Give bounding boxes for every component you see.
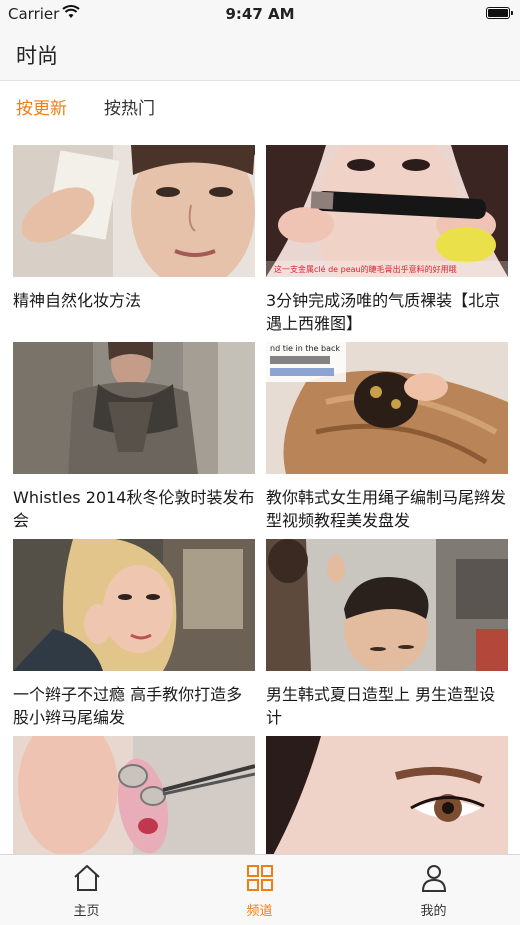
grid-icon	[245, 863, 275, 893]
video-title: 男生韩式夏日造型上 男生造型设计	[266, 685, 496, 727]
bottom-tab-bar: 主页 频道 我的	[0, 854, 520, 925]
sort-tabs: 按更新 按热门	[0, 81, 520, 130]
tabbar-label: 频道	[246, 904, 273, 919]
tabbar-item-profile[interactable]: 我的	[347, 855, 520, 925]
navigation-bar: 时尚	[0, 28, 520, 81]
video-thumbnail[interactable]: 这一支金属clé de peau的睫毛膏出乎意料的好用哦	[266, 145, 508, 277]
video-thumbnail[interactable]	[13, 539, 255, 671]
battery-icon	[486, 7, 513, 19]
tab-popular[interactable]: 按热门	[104, 94, 155, 119]
tabbar-label: 我的	[420, 904, 447, 919]
video-thumbnail[interactable]	[13, 145, 255, 277]
video-title: 一个辫子不过瘾 高手教你打造多股小辫马尾编发	[13, 685, 243, 727]
thumbnail-overlay-text: 这一支金属clé de peau的睫毛膏出乎意料的好用哦	[274, 264, 457, 274]
clock: 9:47 AM	[225, 5, 295, 23]
video-grid: 精神自然化妆方法 这一支金属clé de peau的睫毛膏出乎意料的好用哦 3分…	[0, 130, 520, 854]
page-title: 时尚	[16, 44, 58, 68]
tabbar-label: 主页	[73, 904, 100, 919]
video-title: 教你韩式女生用绳子编制马尾辫发型视频教程美发盘发	[266, 488, 507, 530]
video-thumbnail[interactable]	[266, 736, 508, 854]
video-title: 精神自然化妆方法	[13, 291, 142, 310]
home-icon	[72, 863, 102, 893]
video-thumbnail[interactable]: nd tie in the back	[266, 342, 508, 474]
thumbnail-overlay-text: nd tie in the back	[270, 344, 340, 353]
person-icon	[419, 863, 449, 893]
status-bar: Carrier 9:47 AM	[0, 0, 520, 28]
tab-latest[interactable]: 按更新	[16, 94, 67, 119]
video-title: 3分钟完成汤唯的气质裸装【北京遇上西雅图】	[266, 291, 501, 333]
video-thumbnail[interactable]	[13, 342, 255, 474]
tabbar-item-home[interactable]: 主页	[0, 855, 173, 925]
video-thumbnail[interactable]	[13, 736, 255, 854]
tabbar-item-channels[interactable]: 频道	[173, 855, 346, 925]
video-title: Whistles 2014秋冬伦敦时装发布会	[13, 488, 255, 530]
video-thumbnail[interactable]	[266, 539, 508, 671]
